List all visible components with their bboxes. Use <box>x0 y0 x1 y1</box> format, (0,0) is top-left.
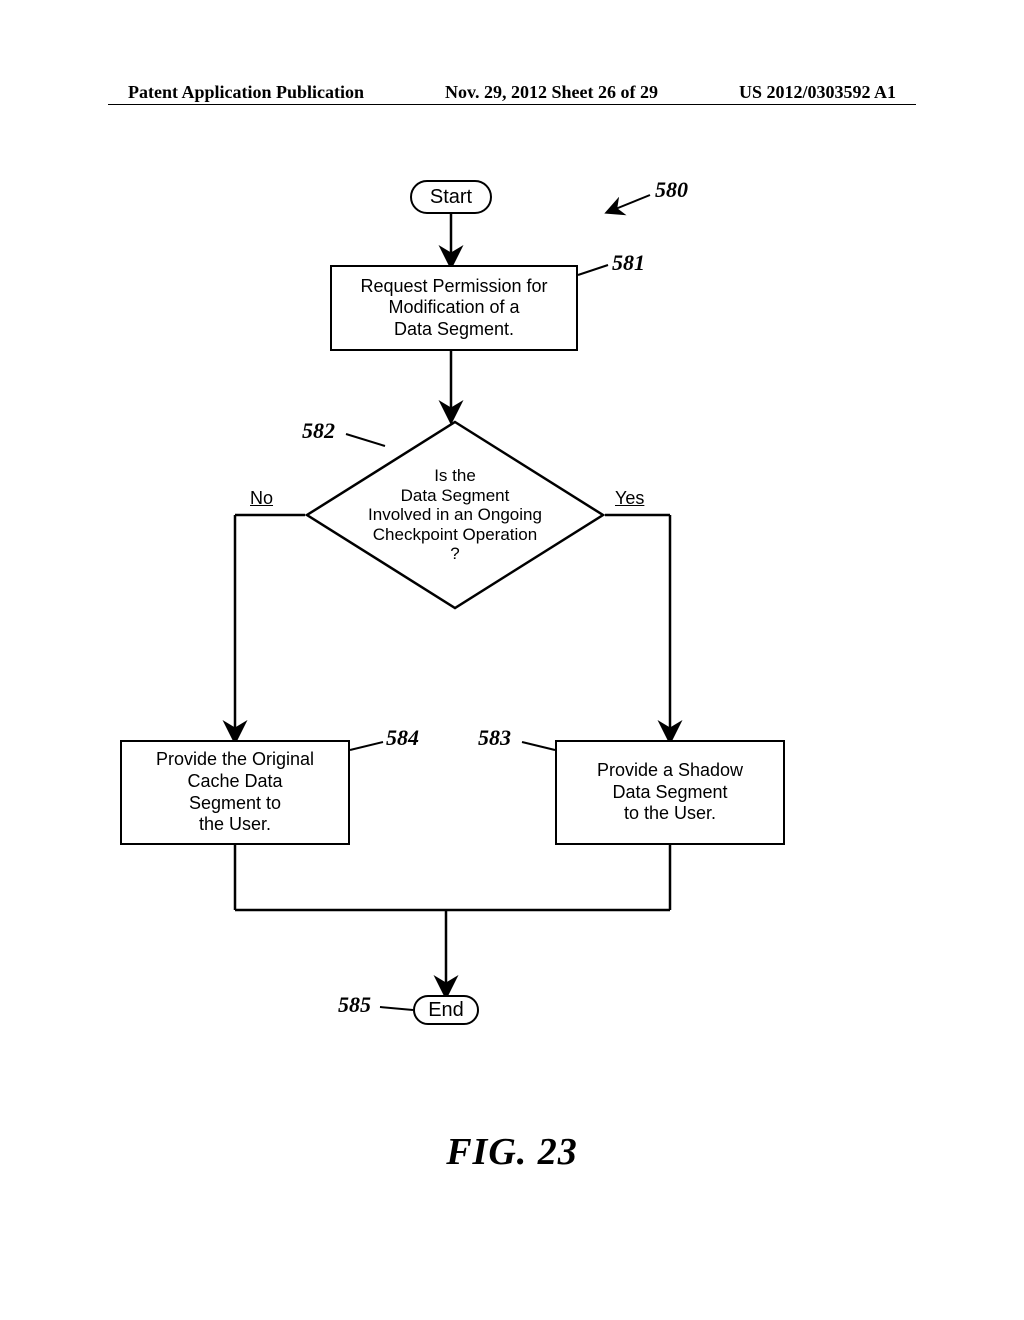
ref-585: 585 <box>338 992 371 1018</box>
start-label: Start <box>430 186 472 209</box>
ref-580: 580 <box>655 177 688 203</box>
process-584: Provide the Original Cache Data Segment … <box>120 740 350 845</box>
process-584-text: Provide the Original Cache Data Segment … <box>156 749 314 835</box>
ref-583: 583 <box>478 725 511 751</box>
header-center: Nov. 29, 2012 Sheet 26 of 29 <box>445 82 658 103</box>
ref-584: 584 <box>386 725 419 751</box>
ref-582: 582 <box>302 418 335 444</box>
header-right: US 2012/0303592 A1 <box>739 82 896 103</box>
page-header: Patent Application Publication Nov. 29, … <box>0 82 1024 103</box>
header-left: Patent Application Publication <box>128 82 364 103</box>
process-581: Request Permission for Modification of a… <box>330 265 578 351</box>
end-node: End <box>413 995 479 1025</box>
branch-no: No <box>250 488 273 509</box>
flowchart: Start Request Permission for Modificatio… <box>80 170 940 1120</box>
process-583: Provide a Shadow Data Segment to the Use… <box>555 740 785 845</box>
start-node: Start <box>410 180 492 214</box>
figure-label: FIG. 23 <box>0 1130 1024 1174</box>
process-581-text: Request Permission for Modification of a… <box>360 276 547 341</box>
decision-582-text: Is the Data Segment Involved in an Ongoi… <box>335 466 575 564</box>
branch-yes: Yes <box>615 488 644 509</box>
end-label: End <box>428 999 464 1022</box>
ref-581: 581 <box>612 250 645 276</box>
header-rule <box>108 104 916 105</box>
decision-582: Is the Data Segment Involved in an Ongoi… <box>305 420 605 610</box>
process-583-text: Provide a Shadow Data Segment to the Use… <box>597 760 743 825</box>
